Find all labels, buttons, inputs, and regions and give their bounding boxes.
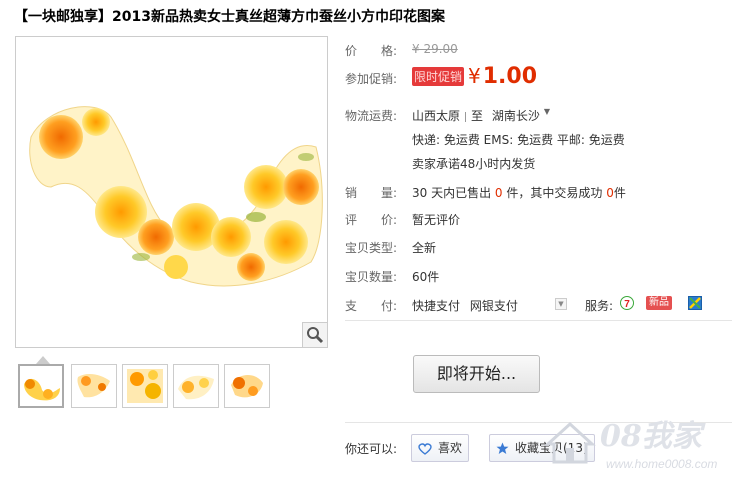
shipping-fees: 快递: 免运费 EMS: 免运费 平邮: 免运费	[412, 133, 625, 147]
type-value: 全新	[412, 241, 437, 255]
scarf-image	[29, 106, 323, 287]
payment-row: 支 付: 快捷支付 网银支付 ▼ 服务: 7 新品	[345, 296, 732, 313]
quantity-value: 60件	[412, 270, 440, 284]
guarantee-icon[interactable]	[688, 296, 702, 310]
payment-label: 支 付:	[345, 299, 398, 313]
shipping-from: 山西太原	[412, 109, 461, 123]
rating-value: 暂无评价	[412, 213, 461, 227]
like-button[interactable]: 喜欢	[411, 434, 470, 462]
svg-text:7: 7	[624, 299, 630, 310]
sales-mid: 件，其中交易成功	[506, 186, 603, 200]
watermark-url: www.home0008.com	[606, 457, 717, 471]
thumbnail-pointer	[36, 356, 50, 364]
share-label: 你还可以:	[345, 442, 398, 456]
success-count: 0	[606, 186, 614, 200]
payment-dropdown[interactable]: ▼	[555, 298, 567, 310]
shipping-promise: 卖家承诺48小时内发货	[412, 157, 536, 171]
sales-prefix: 30 天内已售出	[412, 186, 492, 200]
type-label: 宝贝类型:	[345, 241, 398, 255]
like-label: 喜欢	[438, 441, 463, 455]
buy-button[interactable]: 即将开始...	[413, 355, 540, 393]
thumbnail-5[interactable]	[224, 364, 270, 408]
section-divider	[345, 320, 732, 321]
currency-symbol: ¥	[468, 64, 481, 88]
shipping-label: 物流运费:	[345, 109, 398, 123]
watermark-text: 08我家	[600, 419, 706, 454]
heart-icon	[418, 442, 432, 455]
promo-amount: 1.00	[482, 64, 538, 89]
rating-label: 评 价:	[345, 213, 398, 227]
seven-day-return-icon[interactable]: 7	[620, 296, 634, 310]
payment-method-quick: 快捷支付	[412, 299, 461, 313]
chevron-down-icon: ▼	[543, 107, 551, 116]
thumbnail-4[interactable]	[173, 364, 219, 408]
sales-label: 销 量:	[345, 186, 398, 200]
product-title: 【一块邮独享】2013新品热卖女士真丝超薄方巾蚕丝小方巾印花图案	[14, 9, 445, 25]
service-label: 服务:	[585, 299, 614, 313]
price-label: 价 格:	[345, 44, 398, 58]
shipping-to-word: 至	[471, 109, 484, 123]
thumbnail-3[interactable]	[122, 364, 168, 408]
quantity-label: 宝贝数量:	[345, 270, 398, 284]
zoom-button[interactable]	[302, 322, 327, 347]
sales-suffix: 件	[613, 186, 626, 200]
thumbnail-1[interactable]	[18, 364, 64, 408]
watermark: 08我家 www.home0008.com	[540, 404, 732, 474]
star-icon	[496, 442, 509, 454]
sold-count: 0	[494, 186, 503, 200]
original-price: ¥ 29.00	[412, 42, 458, 56]
promo-tag: 限时促销	[412, 67, 465, 86]
divider	[465, 111, 467, 122]
main-product-image[interactable]	[15, 36, 328, 348]
promo-price: ¥1.00	[468, 64, 537, 89]
thumbnail-2[interactable]	[71, 364, 117, 408]
zoom-icon	[307, 327, 324, 344]
shipping-destination-select[interactable]: 湖南长沙 ▼	[492, 107, 551, 123]
payment-method-bank: 网银支付	[469, 299, 518, 313]
promo-label: 参加促销:	[345, 72, 398, 86]
new-item-icon[interactable]: 新品	[646, 296, 672, 310]
